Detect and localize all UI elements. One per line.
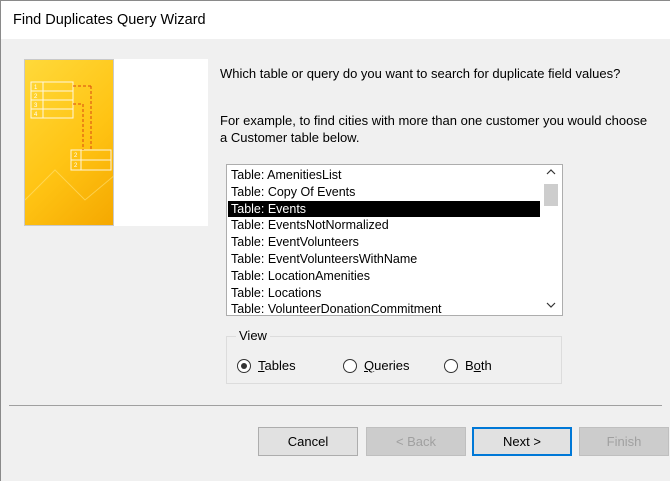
radio-indicator-checked[interactable] bbox=[237, 358, 251, 373]
radio-label: Queries bbox=[364, 358, 410, 373]
illustration-row-label: 4 bbox=[34, 112, 38, 118]
list-item-selected[interactable]: Table: Events bbox=[228, 200, 541, 218]
list-item[interactable]: Table: Locations bbox=[228, 285, 541, 302]
list-item[interactable]: Table: Copy Of Events bbox=[228, 184, 541, 201]
illustration-row-label: 1 bbox=[34, 85, 38, 91]
scrollbar-thumb[interactable] bbox=[544, 184, 558, 206]
wizard-dialog: Find Duplicates Query Wizard 1 2 3 4 2 2… bbox=[0, 0, 670, 481]
radio-label: Both bbox=[465, 358, 492, 373]
view-legend: View bbox=[236, 328, 270, 343]
title-bar: Find Duplicates Query Wizard bbox=[1, 1, 670, 39]
list-item[interactable]: Table: AmenitiesList bbox=[228, 167, 541, 184]
illustration-row-label: 2 bbox=[74, 163, 78, 169]
wizard-example-text: For example, to find cities with more th… bbox=[220, 113, 648, 145]
table-grid-icon: 1 2 3 4 2 2 bbox=[24, 81, 116, 201]
cancel-button[interactable]: Cancel bbox=[258, 427, 358, 456]
list-item[interactable]: Table: EventVolunteers bbox=[228, 234, 541, 251]
radio-indicator[interactable] bbox=[444, 358, 458, 373]
window-title: Find Duplicates Query Wizard bbox=[13, 12, 206, 28]
next-button[interactable]: Next > bbox=[472, 427, 572, 456]
divider bbox=[9, 405, 662, 406]
back-button[interactable]: < Back bbox=[366, 427, 466, 456]
illustration-row-label: 2 bbox=[34, 94, 38, 100]
listbox-scrollbar[interactable] bbox=[540, 165, 562, 315]
wizard-illustration: 1 2 3 4 2 2 bbox=[24, 59, 116, 226]
radio-tables[interactable]: Tables bbox=[237, 358, 296, 373]
chevron-down-icon[interactable] bbox=[540, 298, 562, 315]
illustration-row-label: 3 bbox=[34, 103, 38, 109]
chevron-up-icon[interactable] bbox=[540, 165, 562, 182]
illustration-row-label: 2 bbox=[74, 153, 78, 159]
listbox-items: Table: AmenitiesList Table: Copy Of Even… bbox=[228, 167, 541, 318]
view-groupbox: View Tables Queries Both bbox=[226, 328, 562, 384]
radio-indicator[interactable] bbox=[343, 358, 357, 373]
illustration-background bbox=[114, 59, 208, 226]
table-listbox[interactable]: Table: AmenitiesList Table: Copy Of Even… bbox=[226, 164, 563, 316]
list-item[interactable]: Table: EventVolunteersWithName bbox=[228, 251, 541, 268]
radio-both[interactable]: Both bbox=[444, 358, 492, 373]
radio-queries[interactable]: Queries bbox=[343, 358, 410, 373]
wizard-prompt: Which table or query do you want to sear… bbox=[220, 66, 621, 81]
finish-button[interactable]: Finish bbox=[579, 427, 669, 456]
list-item[interactable]: Table: VolunteerDonationCommitment bbox=[228, 301, 541, 318]
list-item[interactable]: Table: EventsNotNormalized bbox=[228, 217, 541, 234]
radio-label: Tables bbox=[258, 358, 296, 373]
list-item[interactable]: Table: LocationAmenities bbox=[228, 268, 541, 285]
